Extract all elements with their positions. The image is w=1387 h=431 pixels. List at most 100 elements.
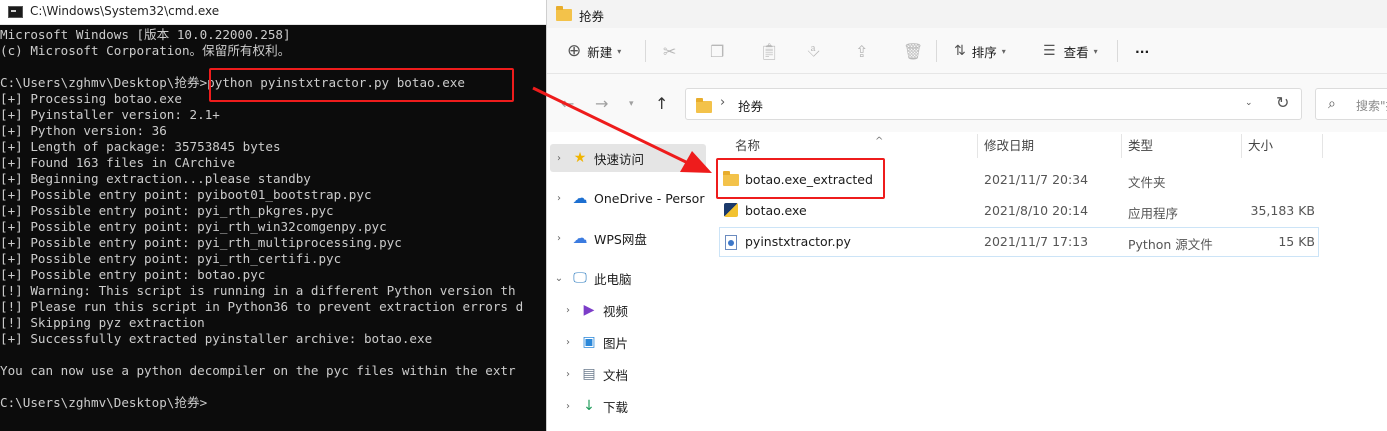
nav-item-label: 文档 bbox=[603, 367, 629, 383]
search-input[interactable]: ⌕ 搜索"抢 bbox=[1315, 88, 1387, 120]
column-header-name[interactable]: 名称 ^ bbox=[735, 132, 975, 160]
column-header-label: 修改日期 bbox=[984, 138, 1035, 153]
forward-arrow-icon[interactable]: → bbox=[595, 94, 608, 113]
folder-icon bbox=[696, 98, 712, 113]
paste-button[interactable]: 📋︎ bbox=[759, 39, 779, 63]
nav-item-pictures[interactable]: › ▣ 图片 bbox=[559, 328, 709, 356]
file-name[interactable]: botao.exe bbox=[745, 203, 807, 218]
rename-button[interactable]: ⎀ bbox=[807, 39, 820, 63]
nav-item-this-pc[interactable]: ⌄ 🖵︎ 此电脑 bbox=[550, 264, 706, 292]
navigation-pane[interactable]: › ★ 快速访问 › ☁ OneDrive - Persor › ☁ WPS网盘… bbox=[547, 132, 709, 431]
python-file-icon bbox=[725, 235, 737, 250]
address-bar[interactable]: › 抢券 ⌄ ↻ bbox=[685, 88, 1302, 120]
chevron-down-icon[interactable]: ⌄ bbox=[550, 273, 568, 284]
command-highlight-box bbox=[209, 68, 514, 102]
copy-icon: ❐ bbox=[710, 41, 725, 61]
toolbar-divider bbox=[1117, 40, 1118, 62]
cmd-line: [!] Warning: This script is running in a… bbox=[0, 283, 516, 298]
command-bar: ⊕ 新建 ▾ ✂ ❐ 📋︎ ⎀ ⇪ 🗑︎ ⇅ 排序 ▾ ☰ 查看 ▾ ··· bbox=[547, 28, 1387, 74]
cmd-line: You can now use a python decompiler on t… bbox=[0, 363, 516, 378]
chevron-down-icon: ▾ bbox=[1093, 46, 1098, 56]
file-name[interactable]: pyinstxtractor.py bbox=[745, 234, 851, 249]
trash-icon: 🗑︎ bbox=[903, 41, 924, 61]
cmd-line: [+] Pyinstaller version: 2.1+ bbox=[0, 107, 220, 122]
cmd-line: [+] Possible entry point: pyiboot01_boot… bbox=[0, 187, 372, 202]
cloud-icon: ☁ bbox=[572, 189, 588, 207]
cmd-line bbox=[0, 347, 546, 363]
nav-item-videos[interactable]: › ▶ 视频 bbox=[559, 296, 709, 324]
chevron-right-icon[interactable]: › bbox=[720, 95, 725, 110]
more-options-button[interactable]: ··· bbox=[1135, 39, 1149, 63]
file-date: 2021/8/10 20:14 bbox=[984, 203, 1089, 218]
file-type: 应用程序 bbox=[1128, 206, 1179, 221]
cmd-line bbox=[0, 379, 546, 395]
file-type: 文件夹 bbox=[1128, 175, 1166, 190]
picture-icon: ▣ bbox=[582, 334, 596, 350]
wps-cloud-icon: ☁ bbox=[572, 229, 588, 247]
chevron-down-icon: ▾ bbox=[617, 46, 622, 56]
nav-item-label: WPS网盘 bbox=[594, 231, 647, 247]
column-divider[interactable] bbox=[1322, 134, 1323, 158]
copy-button[interactable]: ❐ bbox=[710, 39, 724, 63]
cmd-line: [+] Length of package: 35753845 bytes bbox=[0, 139, 281, 154]
column-divider[interactable] bbox=[1121, 134, 1122, 158]
explorer-titlebar[interactable]: 抢券 bbox=[547, 0, 1387, 28]
chevron-right-icon[interactable]: › bbox=[559, 369, 577, 380]
up-arrow-icon[interactable]: ↑ bbox=[655, 94, 668, 113]
rename-icon: ⎀ bbox=[807, 41, 820, 60]
sort-button-label: 排序 bbox=[971, 44, 997, 60]
share-button[interactable]: ⇪ bbox=[855, 39, 868, 63]
nav-item-quick-access[interactable]: › ★ 快速访问 bbox=[550, 144, 706, 172]
nav-item-onedrive[interactable]: › ☁ OneDrive - Persor bbox=[550, 184, 706, 212]
chevron-down-icon[interactable]: ⌄ bbox=[1245, 98, 1253, 108]
file-size: 15 KB bbox=[1278, 234, 1315, 249]
file-row[interactable]: botao.exe 2021/8/10 20:14 应用程序 35,183 KB bbox=[719, 196, 1319, 226]
nav-item-wps[interactable]: › ☁ WPS网盘 bbox=[550, 224, 706, 252]
explorer-window[interactable]: 抢券 ⊕ 新建 ▾ ✂ ❐ 📋︎ ⎀ ⇪ 🗑︎ ⇅ 排序 ▾ ☰ 查看 ▾ ··… bbox=[546, 0, 1387, 431]
nav-item-documents[interactable]: › ▤ 文档 bbox=[559, 360, 709, 388]
scissors-icon: ✂ bbox=[663, 41, 677, 61]
recent-locations-icon[interactable]: ▾ bbox=[629, 99, 634, 109]
exe-icon bbox=[724, 203, 738, 218]
chevron-right-icon[interactable]: › bbox=[559, 305, 577, 316]
chevron-right-icon[interactable]: › bbox=[550, 233, 568, 244]
video-icon: ▶ bbox=[583, 302, 595, 318]
cmd-titlebar[interactable]: C:\Windows\System32\cmd.exe bbox=[0, 0, 546, 25]
chevron-right-icon[interactable]: › bbox=[559, 337, 577, 348]
cmd-line: Microsoft Windows [版本 10.0.22000.258] bbox=[0, 27, 291, 42]
cmd-line: [+] Python version: 36 bbox=[0, 123, 167, 138]
search-placeholder: 搜索"抢 bbox=[1356, 99, 1387, 113]
column-divider[interactable] bbox=[1241, 134, 1242, 158]
delete-button[interactable]: 🗑︎ bbox=[903, 39, 923, 63]
column-header-date[interactable]: 修改日期 bbox=[984, 132, 1114, 160]
chevron-right-icon[interactable]: › bbox=[550, 193, 568, 204]
nav-item-downloads[interactable]: › ↓ 下载 bbox=[559, 392, 709, 420]
sort-button[interactable]: ⇅ 排序 ▾ bbox=[954, 39, 1006, 63]
refresh-icon[interactable]: ↻ bbox=[1276, 93, 1289, 112]
file-date: 2021/11/7 20:34 bbox=[984, 172, 1089, 187]
download-icon: ↓ bbox=[583, 398, 595, 414]
address-path[interactable]: 抢券 bbox=[738, 96, 763, 115]
chevron-right-icon[interactable]: › bbox=[559, 401, 577, 412]
share-icon: ⇪ bbox=[855, 41, 869, 61]
back-arrow-icon[interactable]: ← bbox=[561, 94, 574, 113]
paste-icon: 📋︎ bbox=[759, 41, 780, 61]
file-row[interactable]: pyinstxtractor.py 2021/11/7 17:13 Python… bbox=[719, 227, 1319, 257]
new-button-label: 新建 bbox=[587, 44, 613, 60]
column-header-type[interactable]: 类型 bbox=[1128, 132, 1238, 160]
cmd-window[interactable]: C:\Windows\System32\cmd.exe Microsoft Wi… bbox=[0, 0, 546, 431]
chevron-right-icon[interactable]: › bbox=[550, 153, 568, 164]
column-header-size[interactable]: 大小 bbox=[1248, 132, 1318, 160]
star-icon: ★ bbox=[573, 150, 587, 166]
chevron-down-icon: ▾ bbox=[1001, 46, 1006, 56]
new-button[interactable]: ⊕ 新建 ▾ bbox=[567, 39, 621, 63]
cmd-line: [+] Found 163 files in CArchive bbox=[0, 155, 236, 170]
column-header-label: 名称 bbox=[735, 138, 761, 153]
folder-icon bbox=[556, 6, 572, 21]
cmd-prompt-line[interactable]: C:\Users\zghmv\Desktop\抢券> bbox=[0, 395, 546, 411]
cut-button[interactable]: ✂ bbox=[663, 39, 676, 63]
document-icon: ▤ bbox=[582, 366, 596, 382]
column-divider[interactable] bbox=[977, 134, 978, 158]
toolbar-divider bbox=[936, 40, 937, 62]
view-button[interactable]: ☰ 查看 ▾ bbox=[1043, 39, 1098, 63]
